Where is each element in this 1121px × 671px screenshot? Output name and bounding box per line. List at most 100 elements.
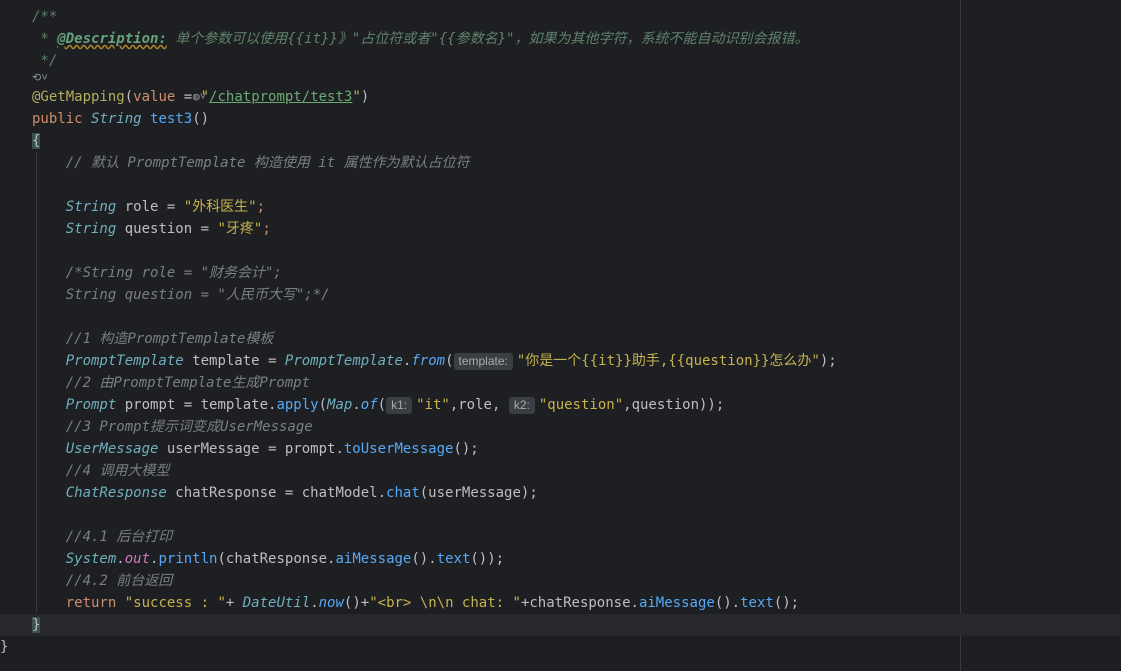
code-line[interactable]: //4.2 前台返回	[32, 570, 173, 592]
code-token: String	[65, 199, 117, 215]
code-line[interactable]: //2 由PromptTemplate生成Prompt	[32, 372, 310, 394]
code-line[interactable]: String question = "人民币大写";*/	[32, 284, 330, 306]
code-token: @Description:	[57, 31, 167, 47]
code-token: prompt = template.	[116, 397, 277, 413]
code-token: );	[819, 353, 837, 369]
parameter-hint: k1:	[386, 396, 413, 414]
code-token: out	[124, 551, 151, 567]
code-token: /chatprompt/test3	[209, 89, 353, 105]
code-token: ,question));	[623, 397, 725, 413]
code-token: UserMessage	[65, 441, 159, 457]
code-token: ();	[453, 441, 479, 457]
code-line[interactable]: Prompt prompt = template.apply(Map.of(k1…	[32, 394, 724, 416]
code-token: ().	[714, 595, 741, 611]
code-token: *	[32, 31, 58, 47]
code-token: 单个参数可以使用{{it}}》"占位符或者"{{参数名}"，如果为其他字符，系统…	[166, 31, 809, 47]
code-token: ()	[192, 111, 210, 127]
code-token: /*String role = "财务会计";	[32, 265, 282, 281]
code-token: from	[411, 353, 446, 369]
code-token: "success : "	[124, 595, 226, 611]
globe-endpoint-icon[interactable]: ◍˅	[193, 90, 206, 104]
code-line[interactable]: // 默认 PromptTemplate 构造使用 it 属性作为默认占位符	[32, 152, 470, 174]
code-line[interactable]: /*String role = "财务会计";	[32, 262, 282, 284]
code-line[interactable]: */	[32, 50, 57, 72]
code-token: Map	[327, 397, 353, 413]
code-line[interactable]: }	[32, 614, 41, 636]
code-token: ()+	[343, 595, 370, 611]
code-token: test3	[150, 111, 193, 127]
code-token: of	[360, 397, 378, 413]
code-token: aiMessage	[638, 595, 715, 611]
code-line[interactable]: * @Description: 单个参数可以使用{{it}}》"占位符或者"{{…	[32, 28, 808, 50]
code-token: Prompt	[65, 397, 117, 413]
code-line[interactable]: String role = "外科医生";	[32, 196, 265, 218]
code-line[interactable]: PromptTemplate template = PromptTemplate…	[32, 350, 837, 372]
code-line[interactable]: String question = "牙疼";	[32, 218, 271, 240]
code-token: .	[310, 595, 319, 611]
code-token: chat	[386, 485, 420, 501]
code-token: value	[133, 89, 176, 105]
code-token: apply	[276, 397, 319, 413]
code-token: now	[318, 595, 344, 611]
current-line-highlight	[0, 614, 1121, 636]
code-token: .	[116, 551, 125, 567]
code-token: DateUtil	[242, 595, 311, 611]
code-token: (chatResponse.	[217, 551, 336, 567]
parameter-hint: k2:	[508, 396, 535, 414]
code-token: //3 Prompt提示词变成UserMessage	[32, 419, 313, 435]
code-token: @GetMapping	[32, 89, 125, 105]
code-token: PromptTemplate	[65, 353, 184, 369]
code-token: String	[65, 221, 117, 237]
code-token: // 默认 PromptTemplate 构造使用 it 属性作为默认占位符	[32, 155, 470, 171]
code-token: ;	[262, 221, 271, 237]
code-token: userMessage = prompt.	[158, 441, 344, 457]
code-token: text	[740, 595, 774, 611]
code-token: //4.1 后台打印	[32, 529, 173, 545]
right-margin-guide	[960, 0, 961, 671]
code-line[interactable]: System.out.println(chatResponse.aiMessag…	[32, 548, 504, 570]
code-token: String question = "人民币大写";*/	[32, 287, 330, 303]
code-line[interactable]: ChatResponse chatResponse = chatModel.ch…	[32, 482, 538, 504]
code-token: //2 由PromptTemplate生成Prompt	[32, 375, 311, 391]
code-token: +chatResponse.	[520, 595, 639, 611]
code-line[interactable]: //4 调用大模型	[32, 460, 170, 482]
code-token: "	[352, 89, 361, 105]
code-token: .	[352, 397, 361, 413]
code-line[interactable]: public String test3()	[32, 108, 209, 130]
code-line[interactable]: UserMessage userMessage = prompt.toUserM…	[32, 438, 479, 460]
code-token: /**	[32, 9, 58, 25]
code-token: (	[124, 89, 134, 105]
code-token: "it"	[416, 397, 450, 413]
gutter-fold-icon[interactable]: ⟲˅	[32, 71, 48, 85]
code-token: "牙疼"	[217, 221, 263, 237]
code-line[interactable]: return "success : "+ DateUtil.now()+"<br…	[32, 592, 799, 614]
code-line[interactable]: }	[0, 636, 8, 658]
code-token: "<br> \n\n chat: "	[369, 595, 521, 611]
code-line[interactable]: //3 Prompt提示词变成UserMessage	[32, 416, 313, 438]
code-token: public	[32, 111, 92, 127]
code-token: "你是一个{{it}}助手,{{question}}怎么办"	[516, 353, 820, 369]
code-line[interactable]: //1 构造PromptTemplate模板	[32, 328, 274, 350]
code-line[interactable]: /**	[32, 6, 57, 28]
code-line[interactable]: //4.1 后台打印	[32, 526, 173, 548]
code-token: (	[318, 397, 328, 413]
code-token: //4 调用大模型	[32, 463, 170, 479]
code-token: text	[436, 551, 471, 567]
code-token: toUserMessage	[343, 441, 454, 457]
code-token: )	[360, 89, 370, 105]
code-token: ().	[411, 551, 437, 567]
code-token: return	[65, 595, 125, 611]
code-token: "外科医生"	[183, 199, 257, 215]
parameter-hint: template:	[453, 352, 513, 370]
code-token: //1 构造PromptTemplate模板	[32, 331, 274, 347]
code-token: }	[0, 639, 9, 655]
code-token: template =	[183, 353, 285, 369]
code-line[interactable]: {	[32, 130, 41, 152]
